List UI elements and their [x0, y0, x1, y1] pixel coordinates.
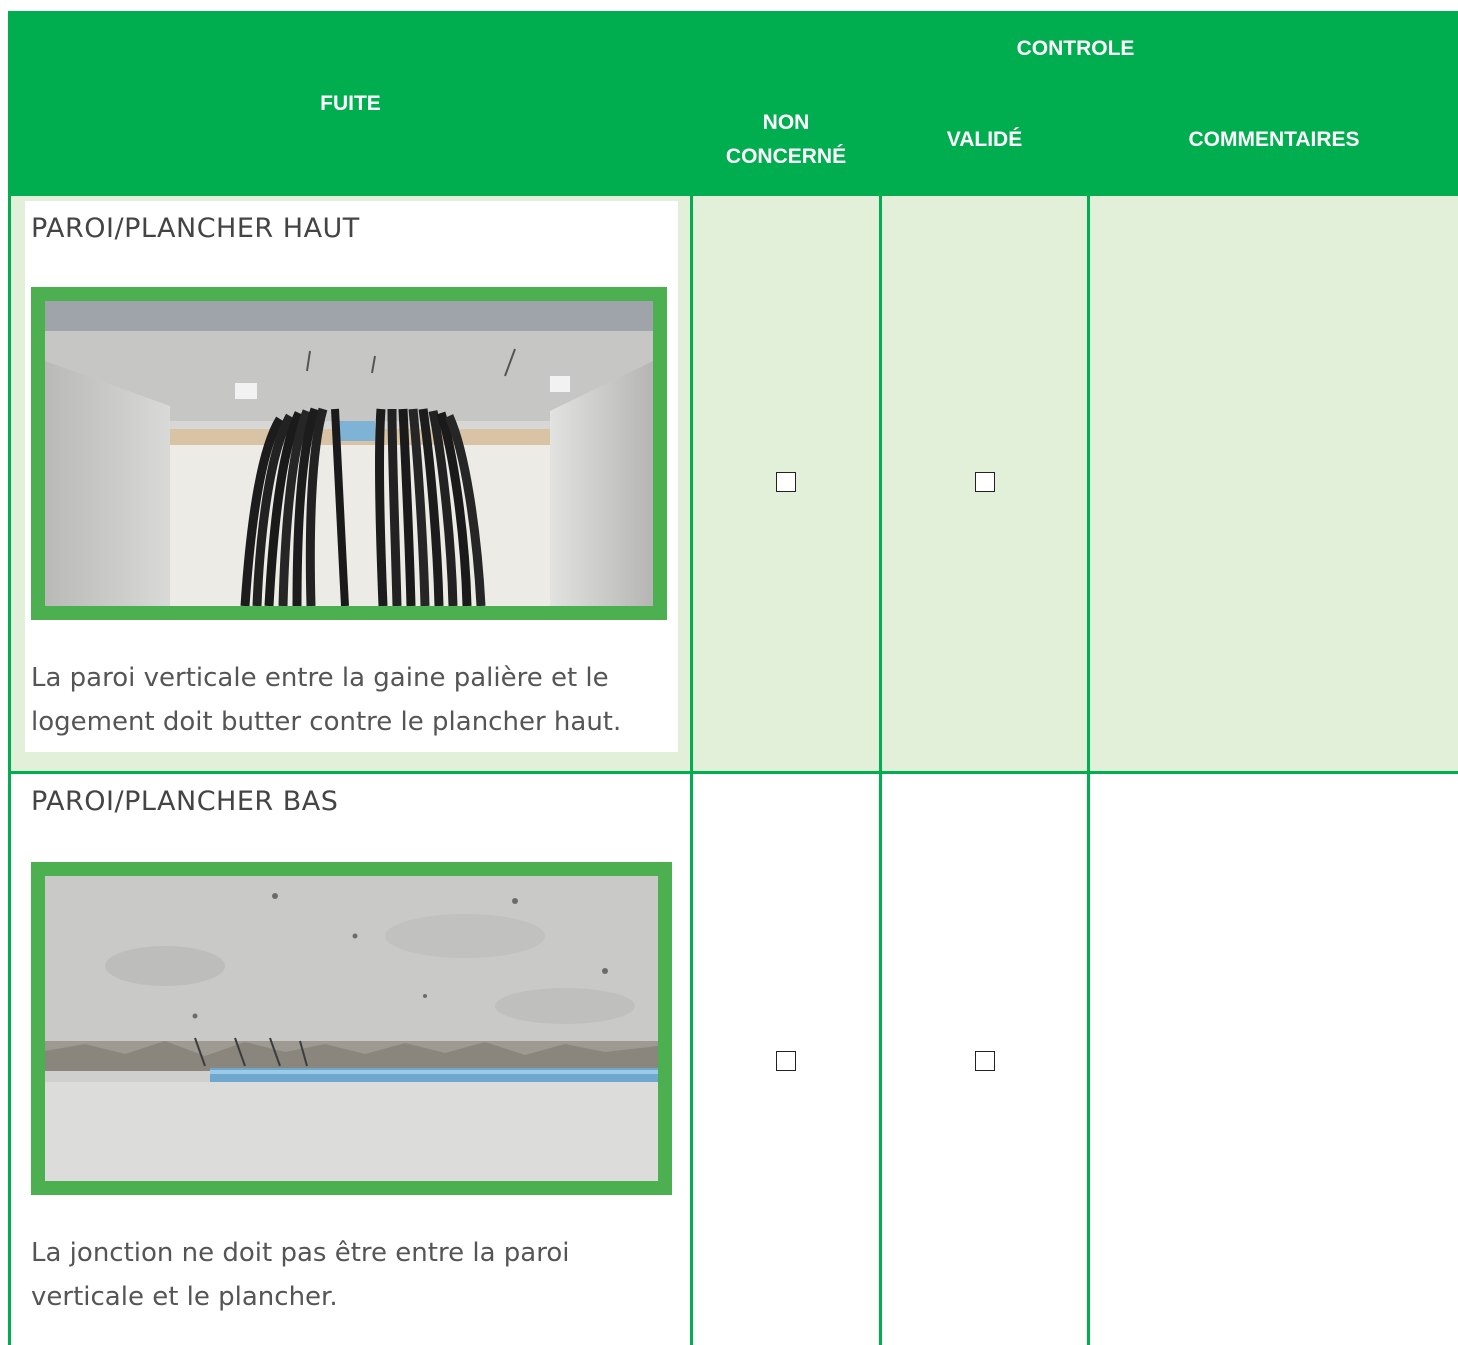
valide-checkbox[interactable] — [974, 472, 995, 492]
header-commentaires: COMMENTAIRES — [1086, 84, 1458, 196]
table-row: PAROI/PLANCHER HAUT La paroi verticale e… — [8, 193, 1458, 774]
header-non-concerne: NON CONCERNÉ — [690, 84, 882, 196]
ceiling-cables-photo — [45, 301, 653, 606]
header-controle: CONTROLE — [689, 11, 1458, 87]
valide-cell[interactable] — [879, 193, 1090, 774]
fuite-cell: PAROI/PLANCHER BAS La jonction ne doit p… — [8, 771, 693, 1345]
non-concerne-checkbox[interactable] — [776, 1051, 796, 1071]
photo-frame — [31, 287, 667, 620]
commentaires-cell[interactable] — [1086, 193, 1458, 774]
fuite-title: PAROI/PLANCHER HAUT — [31, 213, 360, 244]
table-row: PAROI/PLANCHER BAS La jonction ne doit p… — [8, 771, 1458, 1345]
header-commentaires-label: COMMENTAIRES — [1188, 128, 1360, 151]
page: FUITE CONTROLE NON CONCERNÉ VALIDÉ COMME… — [0, 0, 1458, 1345]
non-concerne-cell[interactable] — [690, 771, 882, 1345]
header-fuite: FUITE — [8, 11, 693, 196]
header-valide: VALIDÉ — [879, 84, 1090, 196]
valide-cell[interactable] — [879, 771, 1090, 1345]
floor-junction-photo — [45, 876, 658, 1181]
header-controle-label: CONTROLE — [1016, 37, 1135, 60]
valide-checkbox[interactable] — [974, 1051, 995, 1071]
header-non-concerne-line1: NON — [762, 111, 810, 134]
fuite-card: PAROI/PLANCHER BAS La jonction ne doit p… — [25, 774, 678, 1327]
commentaires-cell[interactable] — [1086, 771, 1458, 1345]
non-concerne-checkbox[interactable] — [776, 472, 796, 492]
fuite-description: La paroi verticale entre la gaine palièr… — [31, 663, 622, 737]
fuite-title: PAROI/PLANCHER BAS — [31, 786, 339, 817]
leak-checklist-table: FUITE CONTROLE NON CONCERNÉ VALIDÉ COMME… — [8, 11, 1458, 1345]
header-fuite-label: FUITE — [320, 91, 381, 115]
photo-frame — [31, 862, 672, 1195]
header-non-concerne-line2: CONCERNÉ — [725, 145, 847, 168]
header-valide-label: VALIDÉ — [946, 128, 1023, 151]
fuite-description: La jonction ne doit pas être entre la pa… — [31, 1238, 570, 1312]
non-concerne-cell[interactable] — [690, 193, 882, 774]
fuite-card: PAROI/PLANCHER HAUT La paroi verticale e… — [25, 201, 678, 752]
fuite-cell: PAROI/PLANCHER HAUT La paroi verticale e… — [8, 193, 693, 774]
